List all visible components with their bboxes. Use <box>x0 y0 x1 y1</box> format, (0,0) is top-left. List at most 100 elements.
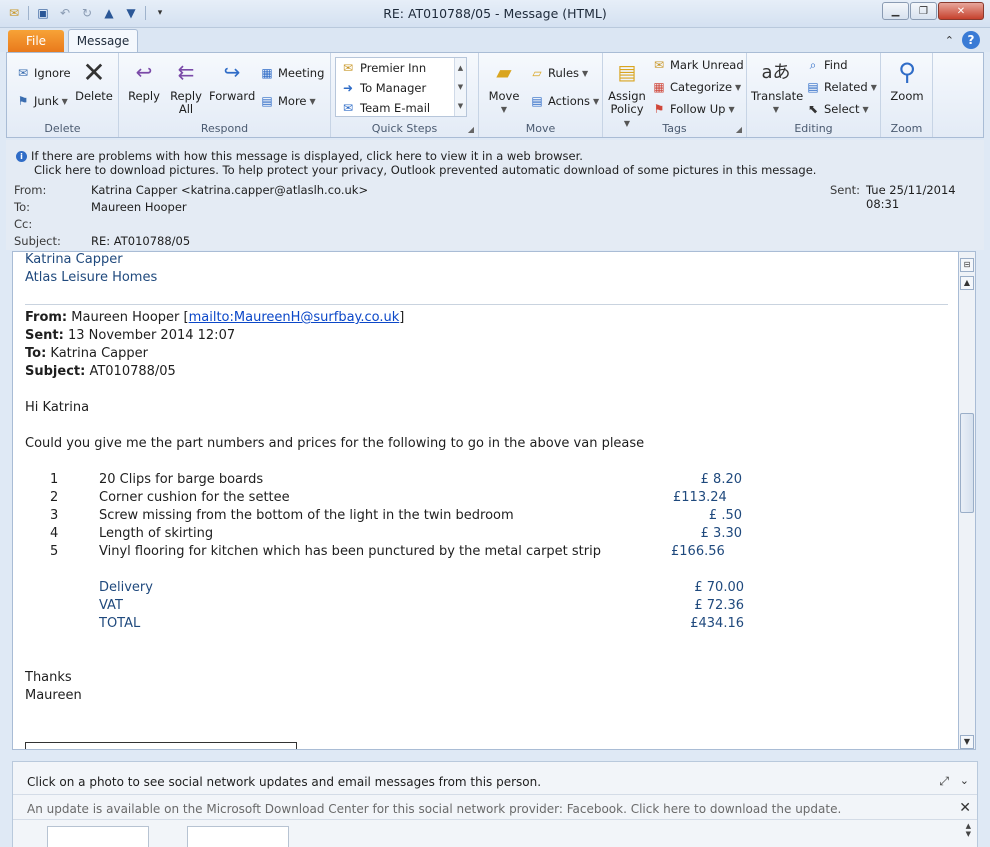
request-text: Could you give me the part numbers and p… <box>25 436 645 451</box>
mark-unread-button[interactable]: ✉ Mark Unread <box>651 57 744 73</box>
to-value[interactable]: Maureen Hooper <box>91 200 187 214</box>
close-icon[interactable]: ✕ <box>959 800 971 816</box>
split-view-icon[interactable]: ⊟ <box>960 258 974 272</box>
move-button[interactable]: ▰ Move ▼ <box>485 57 523 116</box>
select-button[interactable]: ⬉ Select ▼ <box>805 101 869 117</box>
reply-all-icon: ⇇ <box>177 59 195 84</box>
more-button[interactable]: ▤ More ▼ <box>259 93 315 109</box>
subject-label: Subject: <box>14 234 61 248</box>
group-label: Delete <box>44 122 81 135</box>
window-title: RE: AT010788/05 - Message (HTML) <box>383 6 607 21</box>
quick-steps-gallery: ✉ Premier Inn ➜ To Manager ✉ Team E-mail… <box>335 57 467 117</box>
closing-thanks: Thanks <box>25 670 72 685</box>
group-tags: ▤ Assign Policy ▼ ✉ Mark Unread ▦ Catego… <box>603 53 747 137</box>
group-label: Tags <box>662 122 687 135</box>
maximize-button[interactable]: ❐ <box>910 2 937 20</box>
group-zoom: ⚲ Zoom Zoom <box>881 53 933 137</box>
chevron-down-icon: ▼ <box>61 96 68 106</box>
group-label: Respond <box>200 122 249 135</box>
window-controls: ▁ ❐ ✕ <box>881 2 984 20</box>
junk-icon: ⚑ <box>17 94 29 108</box>
reply-button[interactable]: ↩ Reply <box>125 57 163 103</box>
greeting: Hi Katrina <box>25 400 90 415</box>
forward-icon: ↪ <box>223 59 241 84</box>
chevron-down-icon[interactable]: ⌄ <box>960 774 969 787</box>
categorize-button[interactable]: ▦ Categorize ▼ <box>651 79 741 95</box>
actions-button[interactable]: ▤ Actions ▼ <box>529 93 599 109</box>
tab-file[interactable]: File <box>8 30 64 52</box>
team-mail-icon: ✉ <box>342 101 354 115</box>
mailto-link[interactable]: mailto:MaureenH@surfbay.co.uk <box>189 310 400 325</box>
person-photo-slot[interactable] <box>187 826 289 847</box>
scroll-arrows-icon[interactable]: ▲ ▼ <box>966 822 971 838</box>
dialog-launcher-icon[interactable]: ◢ <box>468 125 474 134</box>
list-item: 2 Corner cushion for the settee £113.24 <box>50 490 727 505</box>
title-bar: ✉ ▣ ↶ ↻ ▲ ▼ ▾ RE: AT010788/05 - Message … <box>0 0 990 28</box>
from-value[interactable]: Katrina Capper <katrina.capper@atlaslh.c… <box>91 183 368 197</box>
flag-icon: ⚑ <box>653 102 665 116</box>
quick-step-team-email[interactable]: ✉ Team E-mail <box>336 98 466 118</box>
expand-gallery-icon[interactable]: ▼ <box>455 97 466 116</box>
help-icon[interactable]: ? <box>962 31 980 49</box>
total-row-delivery: Delivery £ 70.00 <box>99 580 744 595</box>
more-icon: ▤ <box>261 94 273 108</box>
ignore-button[interactable]: ✉ Ignore <box>15 65 71 81</box>
social-prompt[interactable]: Click on a photo to see social network u… <box>27 775 541 789</box>
vertical-scrollbar[interactable]: ⊟ ▲ ▼ <box>959 251 976 750</box>
closing-signoff: Maureen <box>25 688 82 703</box>
quick-steps-scroll[interactable]: ▲ ▼ ▼ <box>454 58 466 116</box>
scroll-up-button[interactable]: ▲ <box>960 276 974 290</box>
ribbon-tabs: File Message ⌃ ? <box>0 28 990 53</box>
minimize-ribbon-icon[interactable]: ⌃ <box>945 34 954 47</box>
chevron-down-icon: ▼ <box>862 104 869 114</box>
policy-icon: ▤ <box>617 59 637 84</box>
scroll-down-button[interactable]: ▼ <box>960 735 974 749</box>
mark-unread-icon: ✉ <box>653 58 665 72</box>
follow-up-button[interactable]: ⚑ Follow Up ▼ <box>651 101 735 117</box>
reply-all-button[interactable]: ⇇ Reply All <box>167 57 205 116</box>
quoted-subject: Subject: AT010788/05 <box>25 364 176 379</box>
quoted-sent: Sent: 13 November 2014 12:07 <box>25 328 236 343</box>
group-label: Move <box>525 122 556 135</box>
dialog-launcher-icon[interactable]: ◢ <box>736 125 742 134</box>
ribbon: ✉ Ignore ⚑ Junk ▼ ✕ Delete Delete ↩ Repl… <box>6 52 984 138</box>
scrollbar-thumb[interactable] <box>960 413 974 513</box>
delete-button[interactable]: ✕ Delete <box>75 57 113 103</box>
quick-step-to-manager[interactable]: ➜ To Manager <box>336 78 466 98</box>
expand-icon[interactable]: ⤢ <box>939 774 949 789</box>
list-item: 3 Screw missing from the bottom of the l… <box>50 508 742 523</box>
quick-step-premier-inn[interactable]: ✉ Premier Inn <box>336 58 466 78</box>
meeting-button[interactable]: ▦ Meeting <box>259 65 324 81</box>
info-bar-browser[interactable]: i If there are problems with how this mes… <box>16 149 583 163</box>
forward-button[interactable]: ↪ Forward <box>209 57 255 103</box>
sent-label: Sent: <box>830 183 861 197</box>
ignore-icon: ✉ <box>17 66 29 80</box>
close-button[interactable]: ✕ <box>938 2 984 20</box>
translate-button[interactable]: aあ Translate ▼ <box>751 57 803 116</box>
junk-button[interactable]: ⚑ Junk ▼ <box>15 93 68 109</box>
info-bar-pictures[interactable]: Click here to download pictures. To help… <box>34 163 816 177</box>
group-respond: ↩ Reply ⇇ Reply All ↪ Forward ▦ Meeting … <box>119 53 331 137</box>
calendar-icon: ▦ <box>261 66 273 80</box>
minimize-button[interactable]: ▁ <box>882 2 909 20</box>
find-button[interactable]: ⌕ Find <box>805 57 848 73</box>
quoted-to: To: Katrina Capper <box>25 346 148 361</box>
total-row-vat: VAT £ 72.36 <box>99 598 744 613</box>
scroll-down-icon[interactable]: ▼ <box>455 78 466 97</box>
rules-button[interactable]: ▱ Rules ▼ <box>529 65 588 81</box>
reply-icon: ↩ <box>135 59 153 84</box>
info-icon: i <box>16 151 27 162</box>
scroll-up-icon[interactable]: ▲ <box>455 58 466 78</box>
cc-label: Cc: <box>14 217 33 231</box>
related-button[interactable]: ▤ Related ▼ <box>805 79 877 95</box>
assign-policy-button[interactable]: ▤ Assign Policy ▼ <box>607 57 647 130</box>
message-body[interactable]: Katrina Capper Atlas Leisure Homes From:… <box>12 251 959 750</box>
social-update-notice[interactable]: An update is available on the Microsoft … <box>27 802 841 816</box>
quick-step-icon: ✉ <box>342 61 354 75</box>
quoted-from: From: Maureen Hooper [mailto:MaureenH@su… <box>25 310 405 325</box>
person-photo-slot[interactable] <box>47 826 149 847</box>
actions-icon: ▤ <box>531 94 543 108</box>
tab-message[interactable]: Message <box>68 29 138 53</box>
zoom-button[interactable]: ⚲ Zoom <box>887 57 927 103</box>
from-label: From: <box>14 183 47 197</box>
